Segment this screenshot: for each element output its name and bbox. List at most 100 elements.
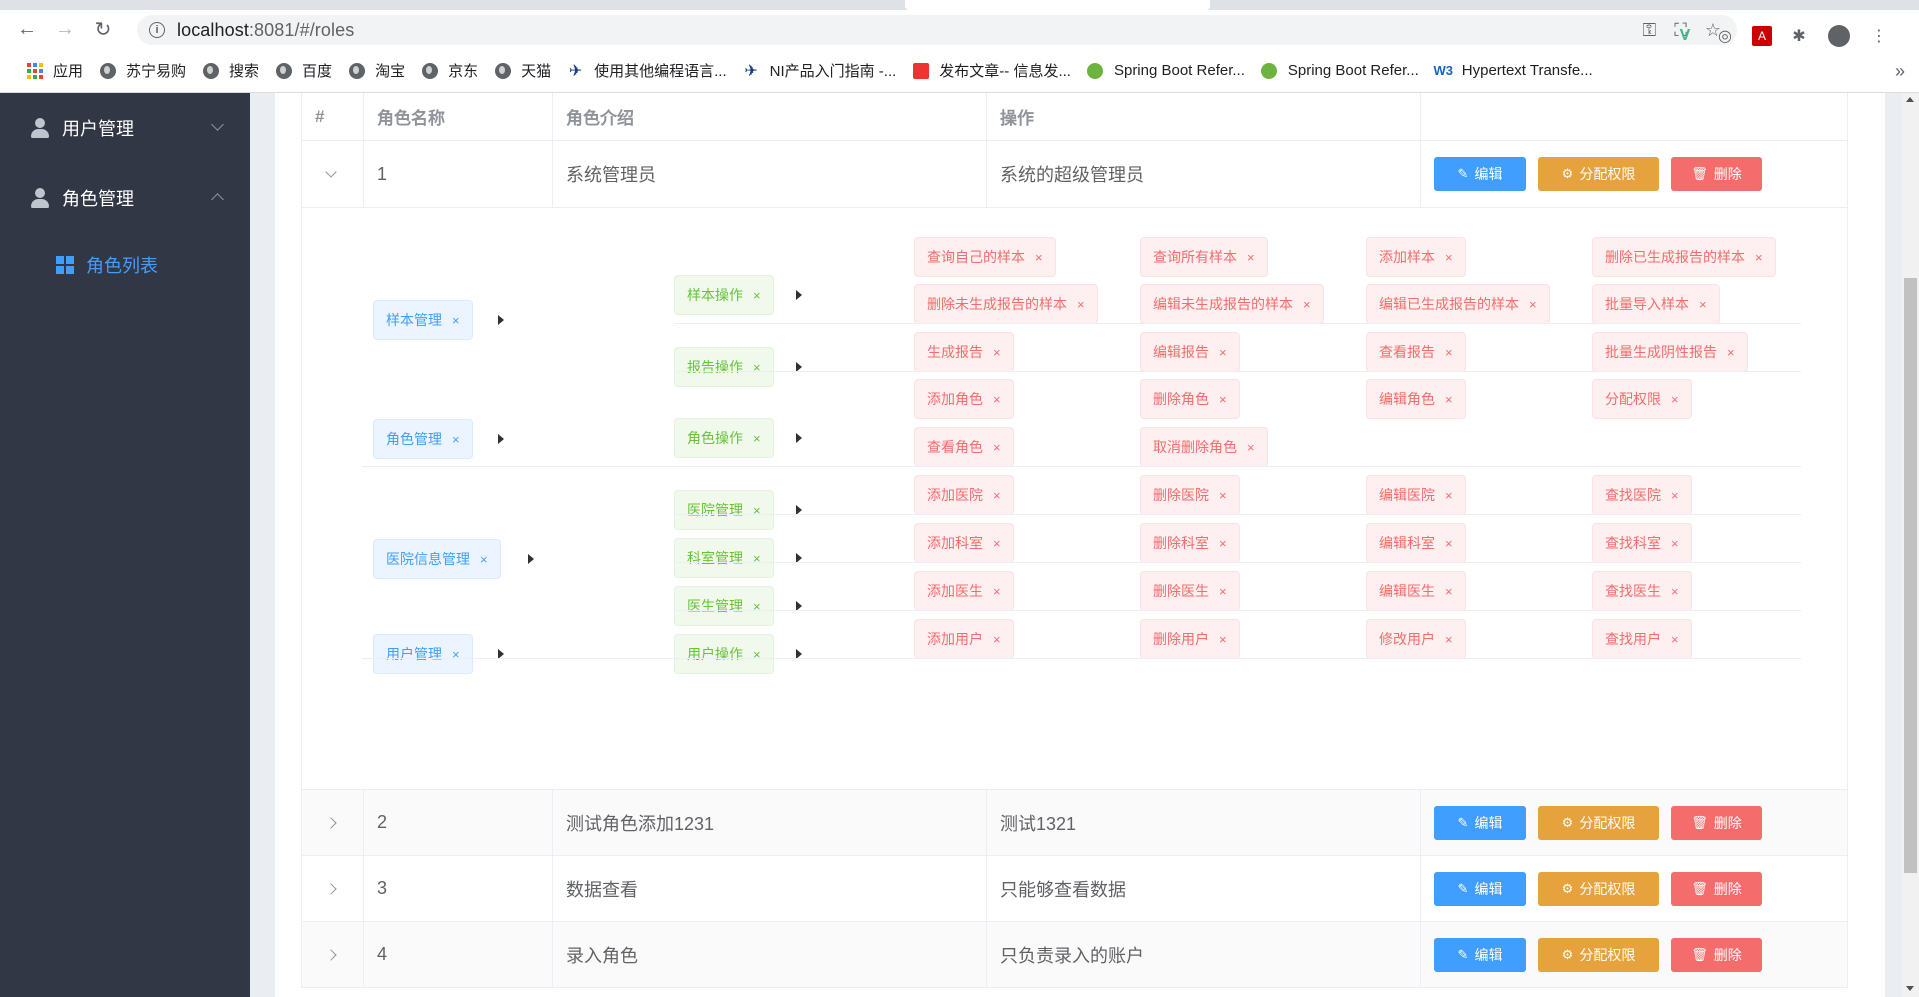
close-icon[interactable]: ×	[1219, 345, 1227, 360]
close-icon[interactable]: ×	[1445, 584, 1453, 599]
close-icon[interactable]: ×	[993, 392, 1001, 407]
right-tag[interactable]: 样本操作 ×	[674, 275, 774, 315]
info-icon[interactable]: i	[149, 22, 165, 38]
close-icon[interactable]: ×	[1445, 392, 1453, 407]
close-icon[interactable]: ×	[1303, 297, 1311, 312]
right-tag[interactable]: 样本管理 ×	[373, 300, 473, 340]
close-icon[interactable]: ×	[1671, 392, 1679, 407]
bookmark-item[interactable]: 发布文章-- 信息发...	[904, 57, 1079, 85]
close-icon[interactable]: ×	[1077, 297, 1085, 312]
right-tag[interactable]: 报告操作 ×	[674, 347, 774, 387]
right-tag[interactable]: 编辑报告 ×	[1140, 332, 1240, 372]
profile-avatar-icon[interactable]	[1826, 23, 1852, 49]
right-tag[interactable]: 用户操作 ×	[674, 634, 774, 674]
assign-rights-button[interactable]: ⚙ 分配权限	[1538, 157, 1659, 191]
right-tag[interactable]: 修改用户 ×	[1366, 619, 1466, 659]
close-icon[interactable]: ×	[1219, 584, 1227, 599]
close-icon[interactable]: ×	[1219, 392, 1227, 407]
right-tag[interactable]: 删除科室 ×	[1140, 523, 1240, 563]
close-icon[interactable]: ×	[452, 647, 460, 662]
close-icon[interactable]: ×	[993, 440, 1001, 455]
expand-toggle[interactable]	[302, 856, 364, 921]
bookmark-item[interactable]: 京东	[413, 57, 486, 85]
bookmark-item[interactable]: Spring Boot Refer...	[1253, 57, 1427, 85]
right-tag[interactable]: 用户管理 ×	[373, 634, 473, 674]
close-icon[interactable]: ×	[993, 536, 1001, 551]
back-icon[interactable]: ←	[8, 11, 46, 49]
address-bar[interactable]: i localhost:8081/#/roles ⚿ ⛶ ☆	[137, 15, 1737, 45]
close-icon[interactable]: ×	[480, 552, 488, 567]
delete-button[interactable]: 🗑 删除	[1671, 805, 1762, 840]
right-tag[interactable]: 查找医生 ×	[1592, 571, 1692, 611]
right-tag[interactable]: 删除用户 ×	[1140, 619, 1240, 659]
menu-user-management[interactable]: 用户管理	[0, 93, 250, 163]
right-tag[interactable]: 查询自己的样本 ×	[914, 237, 1056, 277]
right-tag[interactable]: 添加医院 ×	[914, 475, 1014, 515]
scroll-thumb[interactable]	[1904, 278, 1917, 873]
expand-toggle[interactable]	[302, 922, 364, 987]
puzzle-icon[interactable]: ✱	[1786, 23, 1812, 49]
right-tag[interactable]: 查看报告 ×	[1366, 332, 1466, 372]
right-tag[interactable]: 分配权限 ×	[1592, 379, 1692, 419]
close-icon[interactable]: ×	[1219, 632, 1227, 647]
expand-toggle[interactable]	[302, 790, 364, 855]
right-tag[interactable]: 添加角色 ×	[914, 379, 1014, 419]
bookmark-item[interactable]: ✈ NI产品入门指南 -...	[735, 57, 905, 85]
right-tag[interactable]: 取消删除角色 ×	[1140, 427, 1268, 467]
assign-rights-button[interactable]: ⚙ 分配权限	[1538, 937, 1659, 972]
right-tag[interactable]: 删除医院 ×	[1140, 475, 1240, 515]
assign-rights-button[interactable]: ⚙ 分配权限	[1538, 805, 1659, 840]
close-icon[interactable]: ×	[1699, 297, 1707, 312]
close-icon[interactable]: ×	[753, 288, 761, 303]
bookmark-item[interactable]: 百度	[267, 57, 340, 85]
close-icon[interactable]: ×	[1671, 584, 1679, 599]
assign-rights-button[interactable]: ⚙ 分配权限	[1538, 871, 1659, 906]
bookmark-item[interactable]: 搜索	[194, 57, 267, 85]
right-tag[interactable]: 添加科室 ×	[914, 523, 1014, 563]
close-icon[interactable]: ×	[1247, 250, 1255, 265]
right-tag[interactable]: 编辑医生 ×	[1366, 571, 1466, 611]
right-tag[interactable]: 删除已生成报告的样本 ×	[1592, 237, 1776, 277]
right-tag[interactable]: 科室管理 ×	[674, 538, 774, 578]
right-tag[interactable]: 添加用户 ×	[914, 619, 1014, 659]
menu-kebab-icon[interactable]: ⋮	[1866, 23, 1892, 49]
close-icon[interactable]: ×	[1445, 345, 1453, 360]
bookmark-item[interactable]: 应用	[18, 57, 91, 85]
forward-icon[interactable]: →	[46, 11, 84, 49]
close-icon[interactable]: ×	[993, 345, 1001, 360]
bookmark-item[interactable]: ✈ 使用其他编程语言...	[559, 57, 735, 85]
close-icon[interactable]: ×	[993, 632, 1001, 647]
right-tag[interactable]: 医院信息管理 ×	[373, 539, 501, 579]
right-tag[interactable]: 编辑未生成报告的样本 ×	[1140, 284, 1324, 324]
bookmark-item[interactable]: 淘宝	[340, 57, 413, 85]
delete-button[interactable]: 🗑 删除	[1671, 937, 1762, 972]
close-icon[interactable]: ×	[753, 551, 761, 566]
menu-item-role-list[interactable]: 角色列表	[0, 233, 250, 297]
scroll-up-icon[interactable]	[1906, 97, 1914, 102]
close-icon[interactable]: ×	[1671, 632, 1679, 647]
close-icon[interactable]: ×	[753, 599, 761, 614]
right-tag[interactable]: 编辑医院 ×	[1366, 475, 1466, 515]
right-tag[interactable]: 编辑科室 ×	[1366, 523, 1466, 563]
close-icon[interactable]: ×	[452, 313, 460, 328]
vue-devtools-icon[interactable]: V	[1672, 23, 1698, 49]
close-icon[interactable]: ×	[1755, 250, 1763, 265]
close-icon[interactable]: ×	[1219, 536, 1227, 551]
right-tag[interactable]: 查找医院 ×	[1592, 475, 1692, 515]
bookmarks-overflow-button[interactable]: »	[1895, 49, 1905, 93]
close-icon[interactable]: ×	[1445, 632, 1453, 647]
close-icon[interactable]: ×	[1219, 488, 1227, 503]
right-tag[interactable]: 查询所有样本 ×	[1140, 237, 1268, 277]
right-tag[interactable]: 添加样本 ×	[1366, 237, 1466, 277]
bookmark-item[interactable]: 天猫	[486, 57, 559, 85]
edit-button[interactable]: ✎ 编辑	[1434, 871, 1526, 906]
right-tag[interactable]: 查找科室 ×	[1592, 523, 1692, 563]
bookmark-item[interactable]: Spring Boot Refer...	[1079, 57, 1253, 85]
right-tag[interactable]: 删除角色 ×	[1140, 379, 1240, 419]
close-icon[interactable]: ×	[1445, 250, 1453, 265]
bookmark-item[interactable]: W3 Hypertext Transfe...	[1427, 57, 1601, 85]
scroll-down-icon[interactable]	[1906, 986, 1914, 991]
close-icon[interactable]: ×	[1671, 488, 1679, 503]
delete-button[interactable]: 🗑 删除	[1671, 871, 1762, 906]
bookmark-item[interactable]: 苏宁易购	[91, 57, 194, 85]
